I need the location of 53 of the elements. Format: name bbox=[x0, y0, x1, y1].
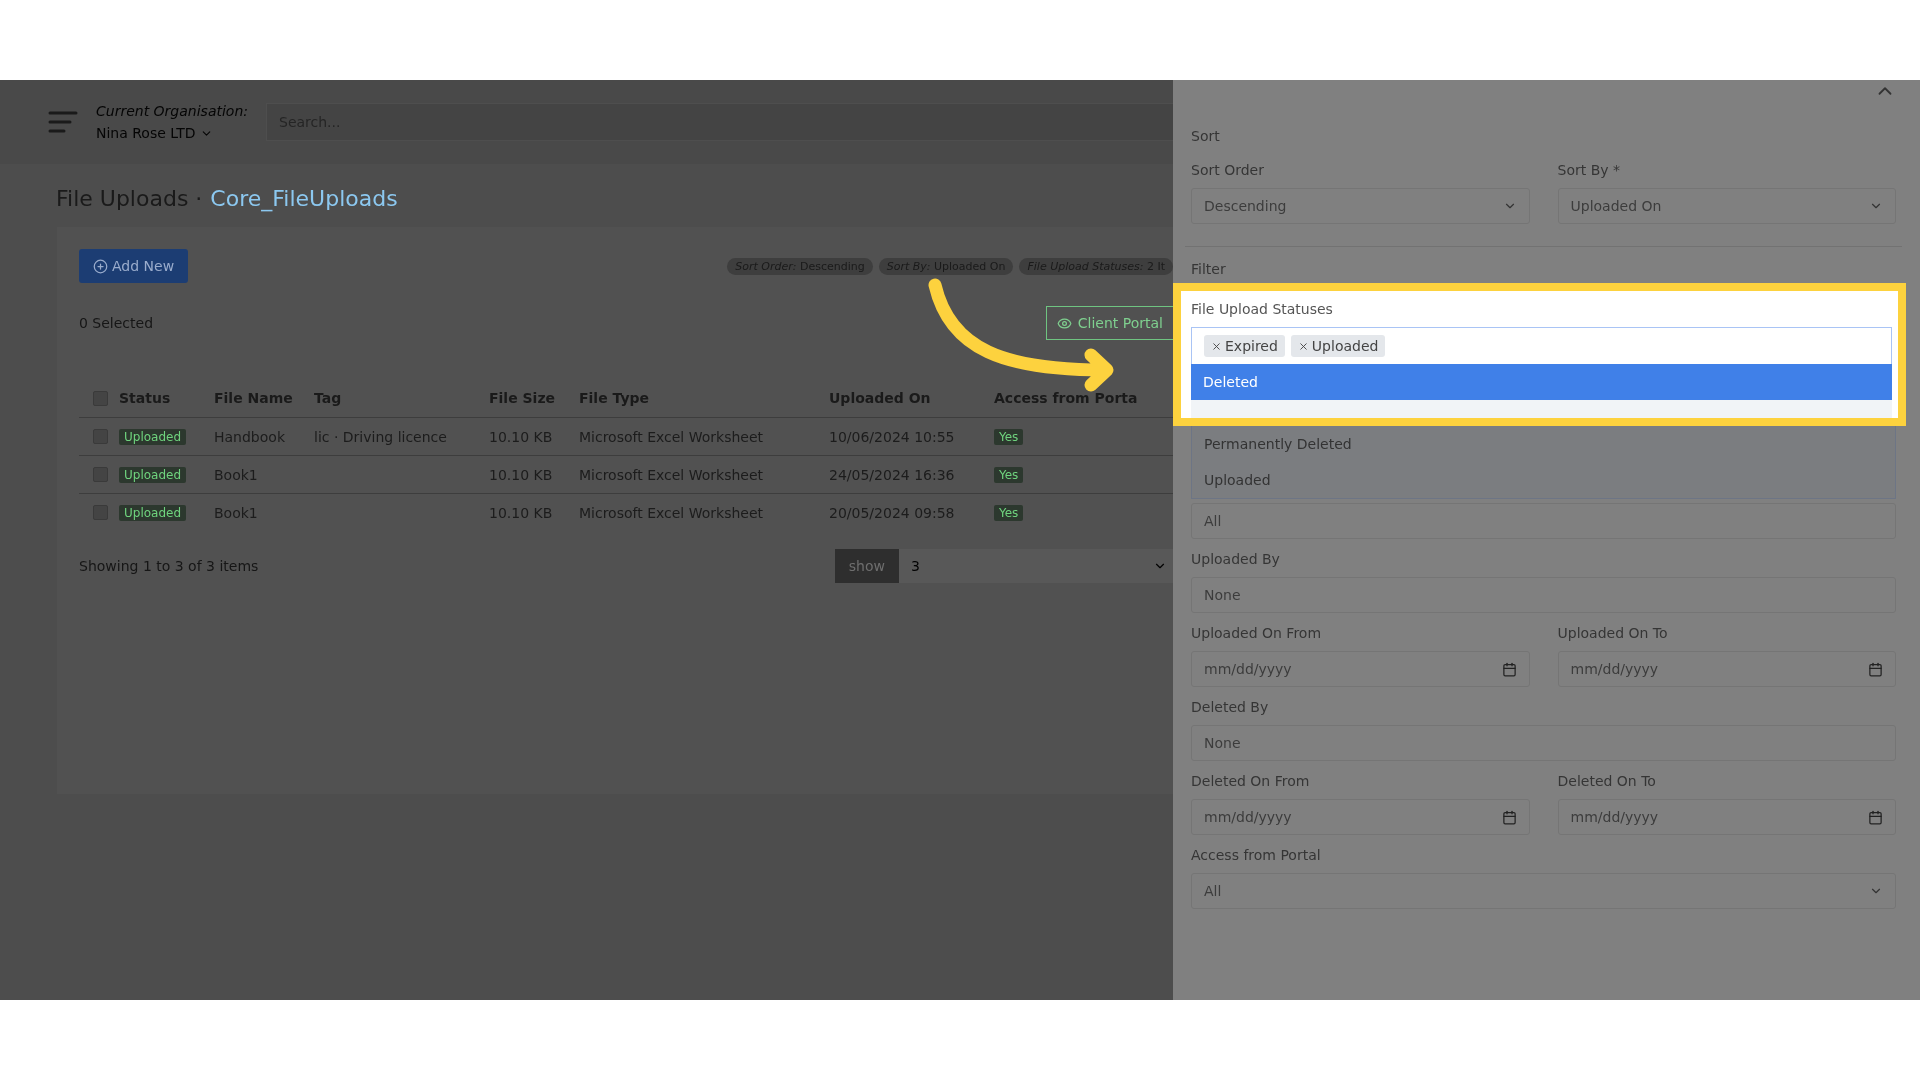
status-badge: Uploaded bbox=[119, 466, 187, 483]
calendar-icon bbox=[1868, 809, 1883, 825]
field-label: Uploaded By bbox=[1191, 551, 1281, 567]
add-new-button[interactable]: Add New bbox=[79, 249, 189, 283]
selected-tag[interactable]: Uploaded bbox=[1290, 335, 1386, 357]
status-badge: Yes bbox=[994, 504, 1024, 521]
status-badge: Uploaded bbox=[119, 504, 187, 521]
section-heading: Sort bbox=[1191, 128, 1221, 144]
input-field[interactable]: None bbox=[1191, 577, 1896, 613]
date-field[interactable]: mm/dd/yyyy bbox=[1557, 651, 1896, 687]
field-label: Uploaded On To bbox=[1557, 625, 1669, 641]
calendar-icon bbox=[1868, 661, 1883, 677]
column-header: Status bbox=[119, 389, 172, 408]
status-badge: Uploaded bbox=[119, 428, 187, 445]
dropdown-option[interactable]: Uploaded bbox=[1192, 462, 1895, 498]
calendar-icon bbox=[1501, 809, 1517, 825]
select-field[interactable]: Uploaded On bbox=[1557, 188, 1896, 224]
calendar-icon bbox=[1501, 661, 1517, 677]
field-label: Deleted On To bbox=[1557, 773, 1657, 789]
plus-icon bbox=[93, 258, 108, 274]
column-header: Access from Porta bbox=[994, 389, 1139, 408]
dropdown-option[interactable]: Deleted bbox=[1191, 364, 1892, 400]
field-label: Sort Order bbox=[1191, 162, 1265, 178]
field-label: Access from Portal bbox=[1191, 847, 1322, 863]
client-portal-button[interactable]: Client Portal bbox=[1045, 306, 1173, 340]
status-badge: Yes bbox=[994, 428, 1024, 445]
input-field[interactable]: None bbox=[1191, 725, 1896, 761]
organisation-label: Current Organisation: bbox=[96, 103, 248, 119]
date-field[interactable]: mm/dd/yyyy bbox=[1557, 799, 1896, 835]
selected-count: 0 Selected bbox=[79, 315, 154, 331]
menu-icon[interactable] bbox=[48, 110, 78, 134]
selected-tag[interactable]: Expired bbox=[1204, 335, 1285, 357]
pagination-summary: Showing 1 to 3 of 3 items bbox=[79, 558, 259, 574]
breadcrumb-link[interactable]: Core_FileUploads bbox=[210, 186, 398, 211]
select-field[interactable]: Descending bbox=[1191, 188, 1530, 224]
field-label: Deleted By bbox=[1191, 699, 1270, 715]
date-field[interactable]: mm/dd/yyyy bbox=[1191, 799, 1530, 835]
section-heading: Filter bbox=[1191, 261, 1227, 277]
date-field[interactable]: mm/dd/yyyy bbox=[1191, 651, 1530, 687]
show-button[interactable]: show bbox=[834, 549, 899, 583]
field-label: Sort By * bbox=[1557, 162, 1621, 178]
dropdown-option[interactable]: Permanently Deleted bbox=[1192, 426, 1895, 462]
page-size-select[interactable]: 3 bbox=[899, 549, 1173, 583]
field-label: Deleted On From bbox=[1191, 773, 1311, 789]
field-label: File Upload Statuses bbox=[1191, 301, 1334, 317]
remove-icon[interactable] bbox=[1211, 340, 1222, 352]
select-field[interactable]: All bbox=[1191, 873, 1896, 909]
field-label: Uploaded On From bbox=[1191, 625, 1323, 641]
remove-icon[interactable] bbox=[1297, 340, 1309, 352]
organisation-dropdown[interactable]: Nina Rose LTD bbox=[96, 125, 248, 141]
eye-icon bbox=[1056, 315, 1072, 331]
status-badge: Yes bbox=[994, 466, 1024, 483]
input-field[interactable]: All bbox=[1191, 503, 1896, 539]
